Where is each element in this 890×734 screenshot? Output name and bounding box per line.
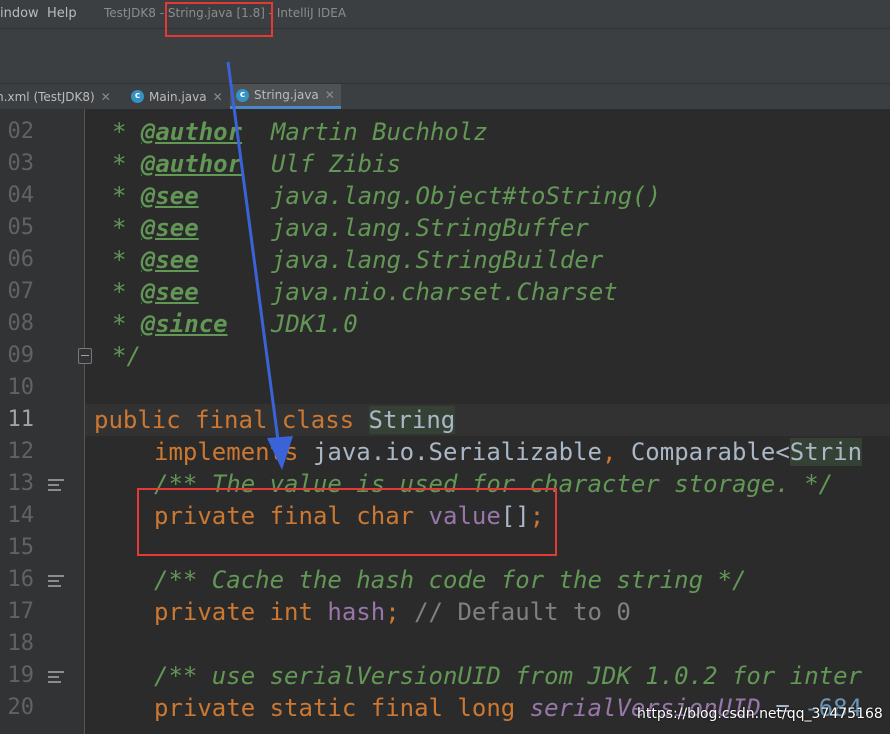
code-line-17: private int hash; // Default to 0 — [154, 598, 631, 626]
close-icon[interactable]: ✕ — [213, 90, 223, 104]
line-number: 15 — [7, 535, 35, 560]
doc-comment-gutter-icon[interactable] — [48, 671, 64, 685]
toolbar — [0, 29, 890, 84]
fold-collapse-icon[interactable] — [78, 348, 92, 364]
line-number: 17 — [7, 599, 35, 624]
close-icon[interactable]: ✕ — [325, 88, 335, 102]
line-number-gutter: 02 03 04 05 06 07 08 09 10 11 12 13 14 1… — [0, 109, 85, 734]
line-number: 20 — [7, 695, 35, 720]
code-line-19: /** use serialVersionUID from JDK 1.0.2 … — [154, 662, 863, 690]
java-class-icon: c — [236, 88, 249, 102]
doc-comment-gutter-icon[interactable] — [48, 479, 64, 493]
doc-comment-gutter-icon[interactable] — [48, 575, 64, 589]
line-number: 08 — [7, 311, 35, 336]
close-icon[interactable]: ✕ — [101, 90, 111, 104]
line-number: 16 — [7, 567, 35, 592]
code-line-16: /** Cache the hash code for the string *… — [154, 566, 747, 594]
code-line-02: * @author Martin Buchholz — [112, 118, 488, 146]
line-number: 12 — [7, 439, 35, 464]
line-number: 13 — [7, 471, 35, 496]
tab-label: Main.java — [149, 89, 207, 104]
line-number: 07 — [7, 279, 35, 304]
code-line-11: public final class String — [94, 406, 456, 434]
line-number: 10 — [7, 375, 35, 400]
tab-string-java[interactable]: c String.java ✕ — [230, 84, 341, 109]
java-class-icon: c — [131, 90, 144, 103]
line-number: 04 — [7, 183, 35, 208]
menu-window[interactable]: indow — [0, 6, 39, 21]
line-number-current: 11 — [7, 407, 35, 432]
code-line-06: * @see java.lang.StringBuilder — [112, 246, 604, 274]
code-line-04: * @see java.lang.Object#toString() — [112, 182, 662, 210]
line-number: 09 — [7, 343, 35, 368]
watermark: https://blog.csdn.net/qq_37475168 — [637, 706, 883, 722]
line-number: 02 — [7, 119, 35, 144]
tab-label: m.xml (TestJDK8) — [0, 89, 95, 104]
line-number: 19 — [7, 663, 35, 688]
tab-pom-xml[interactable]: m.xml (TestJDK8) ✕ — [0, 84, 111, 109]
code-line-05: * @see java.lang.StringBuffer — [112, 214, 589, 242]
code-line-12: implements java.io.Serializable, Compara… — [154, 438, 863, 466]
tab-main-java[interactable]: c Main.java ✕ — [131, 84, 223, 109]
title-highlight-box — [165, 2, 273, 37]
editor-tabs: m.xml (TestJDK8) ✕ c Main.java ✕ c Strin… — [0, 84, 890, 110]
line-number: 14 — [7, 503, 35, 528]
line-number: 18 — [7, 631, 35, 656]
title-project: TestJDK8 - — [104, 6, 165, 20]
title-bar: indow Help TestJDK8 - String.java [1.8] … — [0, 0, 890, 29]
line-number: 05 — [7, 215, 35, 240]
code-line-07: * @see java.nio.charset.Charset — [112, 278, 618, 306]
tab-label: String.java — [254, 88, 319, 102]
line-number: 06 — [7, 247, 35, 272]
menu-help[interactable]: Help — [47, 6, 77, 21]
title-app: - IntelliJ IDEA — [268, 6, 347, 20]
line-number: 03 — [7, 151, 35, 176]
code-line-08: * @since JDK1.0 — [112, 310, 358, 338]
code-line-03: * @author Ulf Zibis — [112, 150, 402, 178]
code-line-09: */ — [112, 342, 141, 370]
value-field-highlight-box — [137, 488, 557, 556]
